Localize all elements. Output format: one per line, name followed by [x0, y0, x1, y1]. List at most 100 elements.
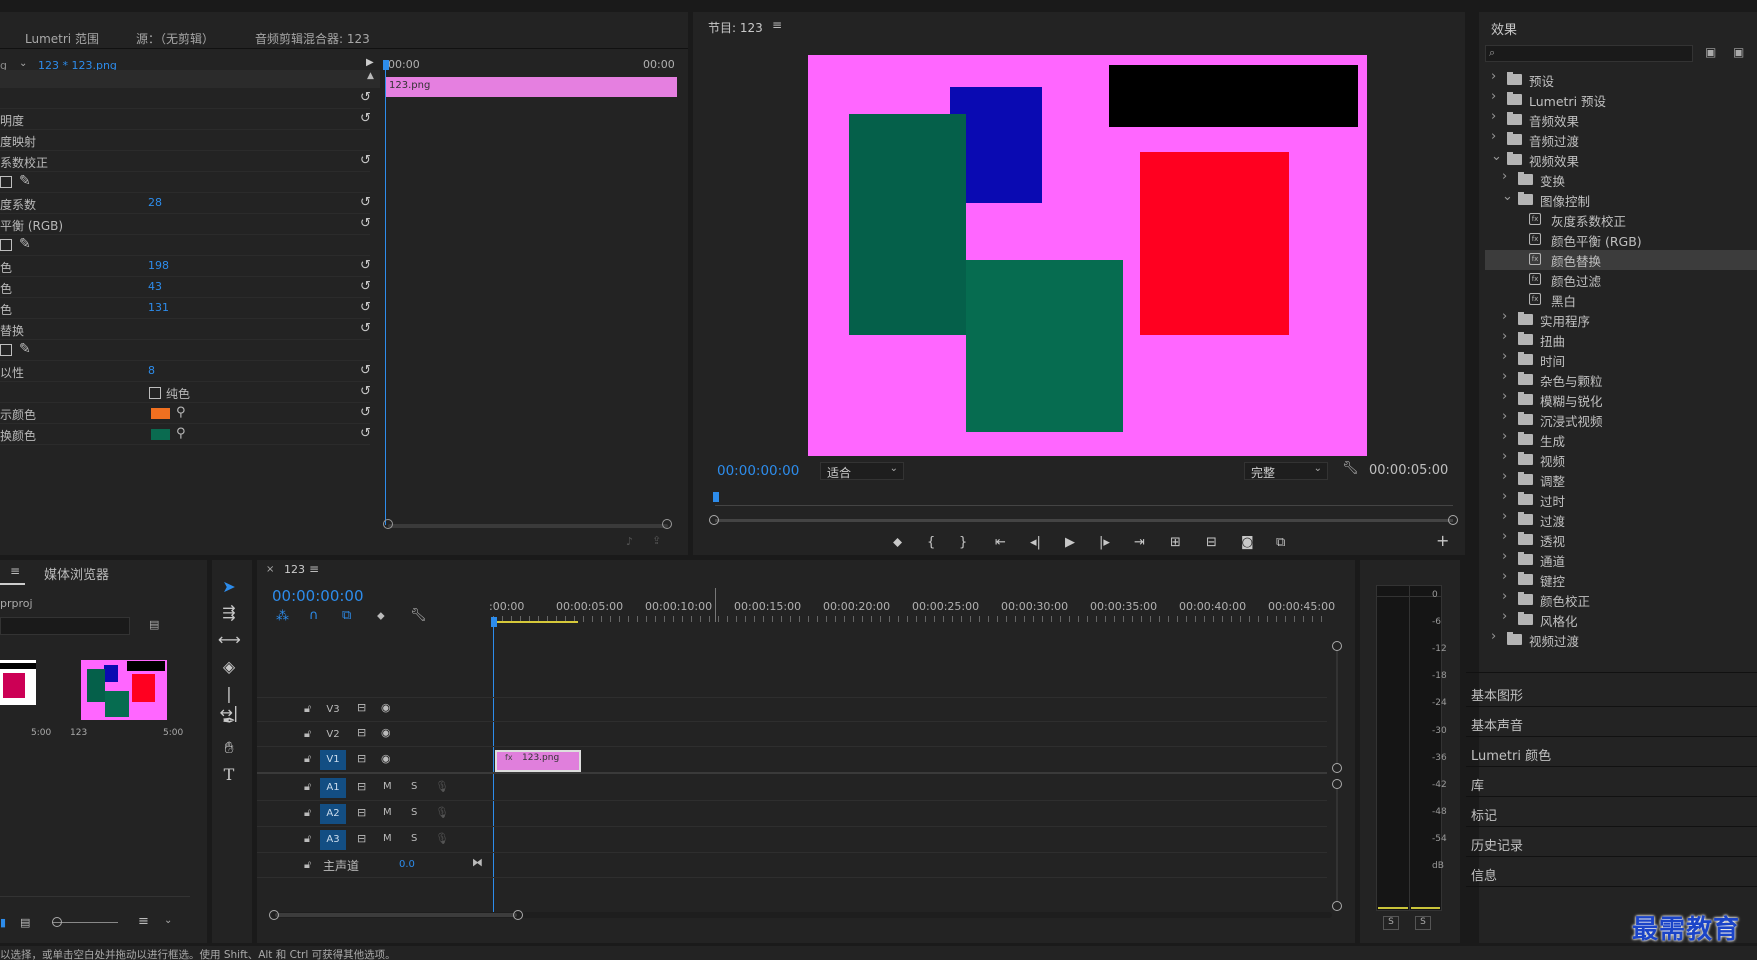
ec-playhead-marker[interactable] — [383, 60, 389, 70]
mute-button[interactable]: M — [383, 833, 392, 844]
quality-select[interactable]: 完整 ⌄ — [1244, 462, 1328, 480]
chevron-right-icon[interactable]: › — [1491, 69, 1496, 84]
vertical-scrollbar[interactable] — [1336, 651, 1338, 763]
section-markers[interactable]: 标记 — [1471, 805, 1497, 824]
project-item-thumbnail[interactable] — [81, 660, 167, 720]
reset-icon[interactable]: ↺ — [360, 321, 371, 336]
chevron-right-icon[interactable]: › — [1502, 529, 1507, 544]
section-info[interactable]: 信息 — [1471, 865, 1497, 884]
add-marker-icon[interactable]: ⬥ — [893, 535, 902, 550]
effects-search-input[interactable]: ⌕ — [1485, 45, 1693, 62]
pen-icon[interactable]: ✎ — [19, 341, 31, 357]
ec-row-value[interactable]: 43 — [148, 280, 162, 293]
reset-icon[interactable]: ↺ — [360, 426, 371, 441]
chevron-down-icon[interactable]: ⌄ — [19, 58, 27, 69]
program-mini-ruler[interactable] — [715, 494, 1453, 506]
timeline-clip[interactable]: fx 123.png — [495, 750, 581, 772]
scroll-handle-right[interactable] — [513, 910, 523, 920]
effect-item[interactable]: fx 灰度系数校正 — [1479, 210, 1749, 230]
chevron-down-icon[interactable]: ⌄ — [1491, 149, 1502, 164]
scroll-handle-right[interactable] — [662, 519, 672, 529]
effect-item[interactable]: › 调整 — [1479, 469, 1749, 490]
play-only-icon[interactable]: ▶ — [366, 57, 374, 68]
effect-item[interactable]: › 透视 — [1479, 529, 1749, 550]
mute-button[interactable]: M — [383, 807, 392, 818]
add-marker-icon[interactable]: ⬥ — [377, 609, 385, 623]
chevron-right-icon[interactable]: › — [1502, 469, 1507, 484]
mask-ellipse-icon[interactable] — [0, 176, 12, 188]
scroll-handle[interactable] — [1332, 779, 1342, 789]
extract-icon[interactable]: ⊟ — [1206, 535, 1217, 550]
effect-item[interactable]: › 通道 — [1479, 549, 1749, 570]
ec-row-value[interactable]: 8 — [148, 364, 155, 377]
track-target-v3[interactable]: V3 — [320, 700, 346, 720]
reset-icon[interactable]: ↺ — [360, 153, 371, 168]
timeline-h-scroll-thumb[interactable] — [275, 913, 517, 917]
sync-lock-icon[interactable]: ⊟ — [357, 701, 366, 714]
chevron-down-icon[interactable]: ⌄ — [1502, 189, 1513, 204]
section-lumetri-color[interactable]: Lumetri 颜色 — [1471, 745, 1551, 764]
effect-item[interactable]: › 音频效果 — [1479, 109, 1749, 130]
nest-icon[interactable]: ⁂ — [276, 609, 289, 624]
reset-icon[interactable]: ↺ — [360, 216, 371, 231]
reset-icon[interactable]: ↺ — [360, 300, 371, 315]
chevron-down-icon[interactable]: ⌄ — [164, 915, 172, 926]
timeline-playhead-marker[interactable] — [491, 617, 497, 627]
chevron-right-icon[interactable]: › — [1502, 589, 1507, 604]
linked-selection-icon[interactable]: ⧉ — [342, 608, 351, 623]
hand-tool-icon[interactable]: ✋︎ — [218, 738, 240, 760]
chevron-right-icon[interactable]: › — [1502, 509, 1507, 524]
sync-lock-icon[interactable]: ⊟ — [357, 832, 366, 845]
reset-icon[interactable]: ↺ — [360, 405, 371, 420]
program-title[interactable]: 节目: 123 — [708, 19, 763, 36]
program-video-frame[interactable] — [808, 55, 1367, 456]
timeline-ruler-ticks[interactable] — [493, 616, 1323, 622]
reset-icon[interactable]: ↺ — [360, 384, 371, 399]
step-forward-icon[interactable]: |▸ — [1099, 535, 1110, 550]
pen-tool-icon[interactable]: ✒ — [218, 711, 240, 733]
new-search-bin-icon[interactable]: ▤ — [149, 618, 159, 631]
effect-item[interactable]: › 视频过渡 — [1479, 629, 1749, 650]
ec-scrollbar[interactable] — [388, 524, 668, 528]
lock-icon[interactable]: 🔓︎ — [304, 806, 311, 820]
effect-item[interactable]: › 过渡 — [1479, 509, 1749, 530]
mic-icon[interactable]: 🎙︎ — [435, 832, 449, 845]
chevron-right-icon[interactable]: › — [1502, 409, 1507, 424]
eye-icon[interactable]: ◉ — [381, 701, 391, 714]
chevron-right-icon[interactable]: › — [1502, 429, 1507, 444]
pen-icon[interactable]: ✎ — [19, 236, 31, 252]
lock-icon[interactable]: 🔓︎ — [304, 727, 311, 741]
chevron-right-icon[interactable]: › — [1502, 309, 1507, 324]
eye-icon[interactable]: ◉ — [381, 752, 391, 765]
track-target-v1[interactable]: V1 — [320, 750, 346, 770]
effect-item[interactable]: fx 黑白 — [1479, 290, 1749, 310]
lock-icon[interactable]: 🔓︎ — [304, 752, 311, 766]
section-essential-graphics[interactable]: 基本图形 — [1471, 685, 1523, 704]
timeline-timecode[interactable]: 00:00:00:00 — [272, 587, 364, 605]
reset-icon[interactable]: ↺ — [360, 90, 371, 105]
effect-item[interactable]: › 杂色与颗粒 — [1479, 369, 1749, 390]
ec-row-value[interactable]: 28 — [148, 196, 162, 209]
wrench-icon[interactable]: 🔧︎ — [410, 608, 427, 623]
effect-item[interactable]: ⌄ 图像控制 — [1479, 189, 1749, 210]
chevron-right-icon[interactable]: › — [1502, 449, 1507, 464]
sync-lock-icon[interactable]: ⊟ — [357, 806, 366, 819]
mark-out-icon[interactable]: } — [959, 535, 967, 550]
scroll-handle-left[interactable] — [269, 910, 279, 920]
effect-item[interactable]: fx 颜色替换 — [1485, 250, 1757, 270]
solo-button[interactable]: S — [411, 807, 417, 818]
pen-icon[interactable]: ✎ — [19, 173, 31, 189]
effect-item[interactable]: › 风格化 — [1479, 609, 1749, 630]
mask-ellipse-icon[interactable] — [0, 239, 12, 251]
panel-menu-icon[interactable]: ≡ — [309, 562, 319, 576]
type-tool-icon[interactable]: T — [218, 765, 240, 787]
add-button-icon[interactable]: + — [1436, 531, 1449, 550]
work-area-bar[interactable] — [493, 621, 578, 623]
chevron-right-icon[interactable]: › — [1502, 169, 1507, 184]
ec-row-value[interactable]: 198 — [148, 259, 169, 272]
section-history[interactable]: 历史记录 — [1471, 835, 1523, 854]
chevron-right-icon[interactable]: › — [1491, 109, 1496, 124]
lock-icon[interactable]: 🔓︎ — [304, 702, 311, 716]
scroll-handle-left[interactable] — [709, 515, 719, 525]
tab-audio-clip-mixer[interactable]: 音频剪辑混合器: 123 — [255, 30, 370, 47]
